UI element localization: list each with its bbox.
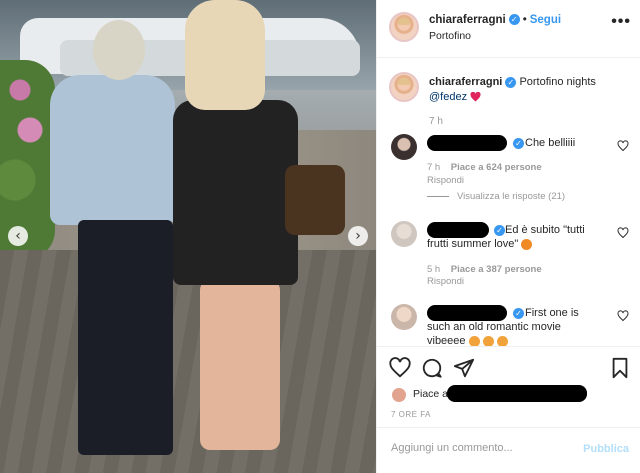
like-comment-heart-icon[interactable] <box>617 310 629 322</box>
verified-badge-icon: ✓ <box>513 308 524 319</box>
post-caption: chiaraferragni ✓ Portofino nights @fedez <box>429 75 629 105</box>
author-username[interactable]: chiaraferragni <box>429 14 506 26</box>
comment-likes[interactable]: Piace a 387 persone <box>451 264 542 275</box>
like-comment-heart-icon[interactable] <box>617 227 629 239</box>
next-photo-arrow-icon[interactable]: › <box>348 226 368 246</box>
comments-list: chiaraferragni ✓ Portofino nights @fedez … <box>377 58 640 346</box>
comment-input[interactable] <box>391 442 571 454</box>
photo-man-head <box>93 20 145 80</box>
post-photo[interactable]: ‹ › <box>0 0 376 473</box>
photo-flowers <box>0 60 55 260</box>
view-replies-label: Visualizza le risposte (21) <box>457 191 566 202</box>
comment-text-continued: vibeeee <box>427 334 508 346</box>
photo-man-shirt <box>50 75 175 225</box>
replies-divider <box>427 195 449 197</box>
tiger-face-emoji-icon <box>496 335 508 346</box>
follow-button[interactable]: Segui <box>530 14 561 26</box>
author-line: chiaraferragni ✓ • Segui <box>429 14 561 26</box>
reply-button[interactable]: Rispondi <box>427 276 464 287</box>
save-bookmark-icon[interactable] <box>609 357 631 379</box>
caption-author-avatar[interactable] <box>389 72 419 102</box>
view-replies-button[interactable]: Visualizza le risposte (21) <box>427 191 565 202</box>
tiger-face-emoji-icon <box>482 335 494 346</box>
verified-badge-icon: ✓ <box>494 225 505 236</box>
caption-mention[interactable]: @fedez <box>429 91 467 103</box>
comment-bubble-icon[interactable] <box>421 357 443 379</box>
caption-time[interactable]: 7 h <box>429 116 443 127</box>
author-avatar[interactable] <box>389 12 419 42</box>
post-header: chiaraferragni ✓ • Segui Portofino ••• <box>377 0 640 58</box>
redacted-username <box>427 305 507 321</box>
instagram-post-viewer: ‹ › chiaraferragni ✓ • Segui Portofino ••• … <box>0 0 640 473</box>
reply-button[interactable]: Rispondi <box>427 175 464 186</box>
comment-avatar[interactable] <box>391 134 417 160</box>
like-heart-icon[interactable] <box>389 357 411 379</box>
redacted-username <box>427 222 489 238</box>
photo-man-pants <box>78 220 173 455</box>
comment-time[interactable]: 7 h <box>427 162 440 173</box>
likes-prefix: Piace a <box>413 388 449 400</box>
caption-text: Portofino nights <box>519 76 596 88</box>
comment-text: Ed è subito "tutti <box>505 224 585 236</box>
redacted-liked-by <box>447 385 587 402</box>
comment-text-line-3: vibeeee <box>427 335 466 346</box>
post-location[interactable]: Portofino <box>429 30 471 42</box>
post-age[interactable]: 7 ORE FA <box>391 410 431 419</box>
more-options-icon[interactable]: ••• <box>611 13 631 31</box>
comment-avatar[interactable] <box>391 221 417 247</box>
verified-badge-icon: ✓ <box>508 14 520 26</box>
liked-by-avatar[interactable] <box>391 387 407 403</box>
like-comment-heart-icon[interactable] <box>617 140 629 152</box>
comment-text-line-2: such an old romantic movie <box>427 321 561 333</box>
photo-woman-hair <box>185 0 265 110</box>
orange-heart-emoji-icon <box>521 238 533 250</box>
comment-meta: 7 h Piace a 624 persone <box>427 162 542 173</box>
redacted-username <box>427 135 507 151</box>
comment-text-line-2: frutti summer love" <box>427 238 519 250</box>
comment-likes[interactable]: Piace a 624 persone <box>451 162 542 173</box>
add-comment-bar: Pubblica <box>377 427 640 473</box>
caption-username[interactable]: chiaraferragni <box>429 76 502 88</box>
comment-avatar[interactable] <box>391 304 417 330</box>
verified-badge-icon: ✓ <box>513 138 524 149</box>
comment-text: First one is <box>525 307 579 319</box>
comment-time[interactable]: 5 h <box>427 264 440 275</box>
publish-button[interactable]: Pubblica <box>583 443 629 455</box>
photo-woman-dress <box>173 100 298 285</box>
comment-text: Che belliiii <box>525 137 576 149</box>
header-separator: • <box>522 14 527 26</box>
red-heart-emoji-icon <box>470 92 481 102</box>
verified-badge-icon: ✓ <box>505 76 517 88</box>
share-paper-plane-icon[interactable] <box>453 357 475 379</box>
tiger-face-emoji-icon <box>468 335 480 346</box>
comment-text-continued: frutti summer love" <box>427 237 533 251</box>
previous-photo-arrow-icon[interactable]: ‹ <box>8 226 28 246</box>
post-side-panel: chiaraferragni ✓ • Segui Portofino ••• chia… <box>376 0 640 473</box>
photo-woman-legs <box>200 280 280 450</box>
comment-meta: 5 h Piace a 387 persone <box>427 264 542 275</box>
photo-handbag <box>285 165 345 235</box>
